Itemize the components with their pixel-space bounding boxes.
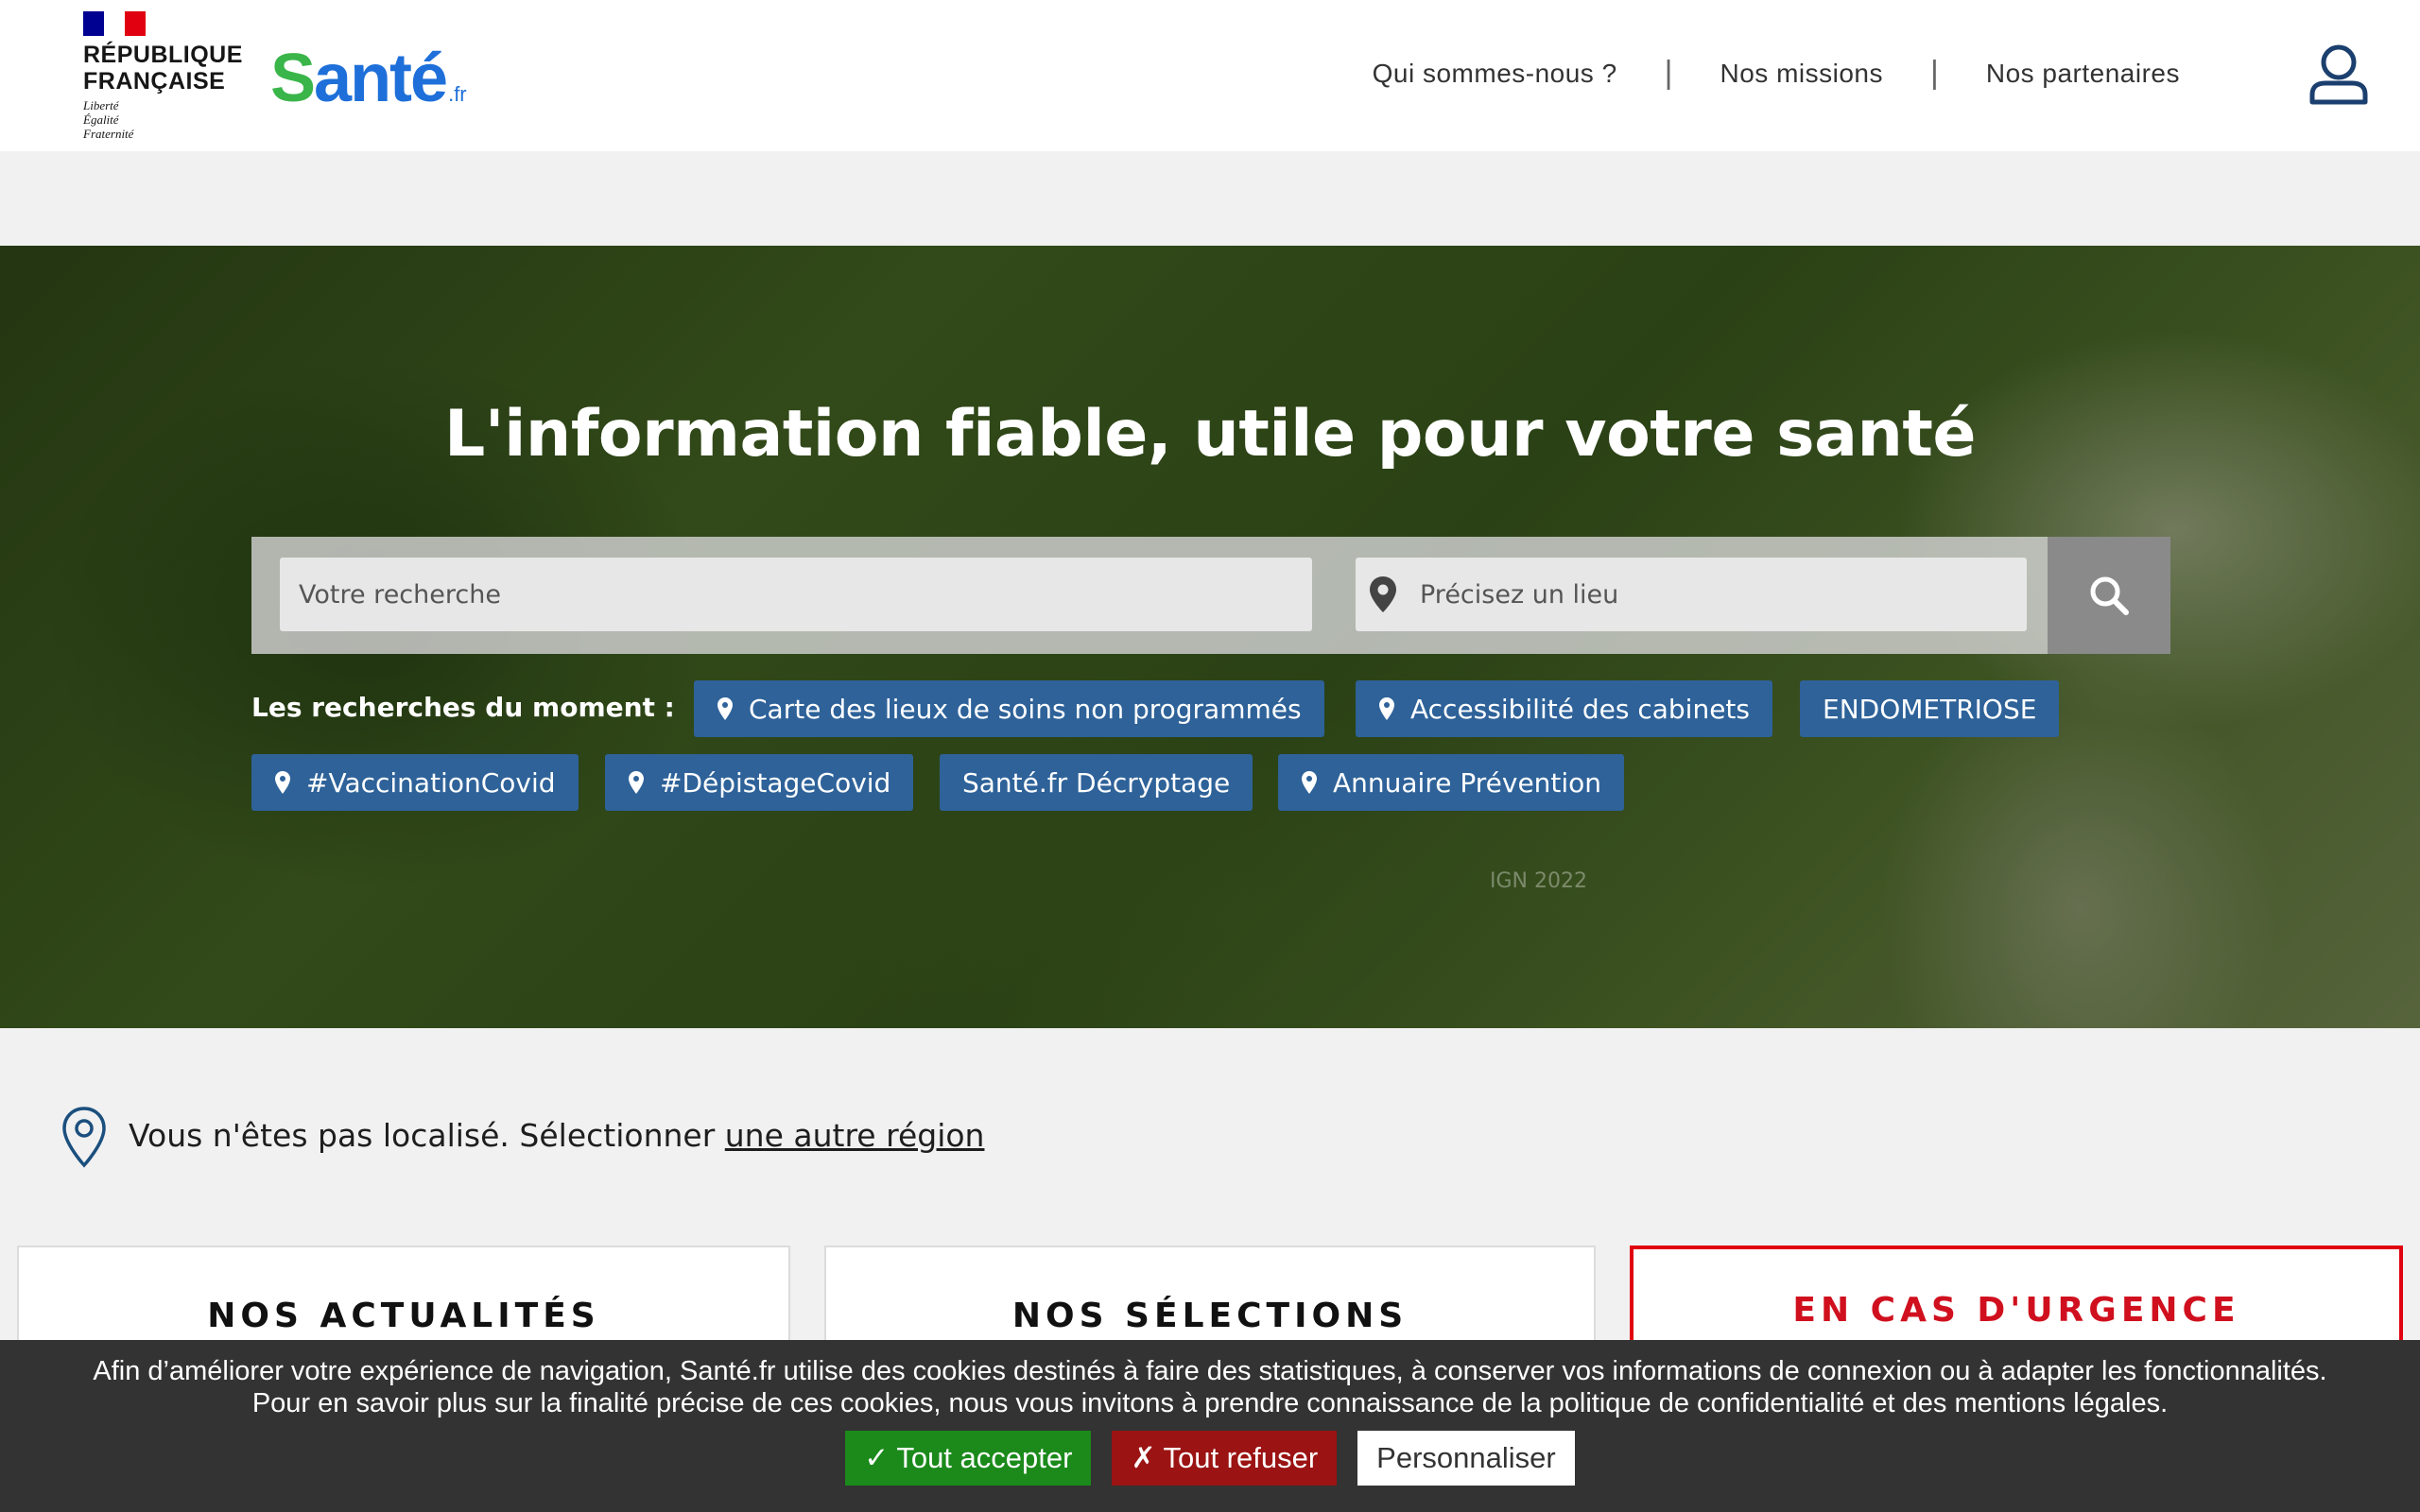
tag-accessibilite-cabinets[interactable]: Accessibilité des cabinets: [1356, 680, 1772, 737]
map-pin-icon: [275, 771, 290, 794]
location-message: Vous n'êtes pas localisé. Sélectionner u…: [129, 1117, 984, 1154]
search-bar: [251, 537, 2170, 654]
republique-francaise-logo[interactable]: RÉPUBLIQUE FRANÇAISE Liberté Égalité Fra…: [83, 11, 244, 144]
deny-all-button[interactable]: ✗ Tout refuser: [1112, 1431, 1338, 1486]
nav-separator: |: [1930, 55, 1939, 91]
rf-motto: Liberté Égalité Fraternité: [83, 98, 244, 141]
nav-item-nos-partenaires[interactable]: Nos partenaires: [1986, 59, 2180, 89]
image-credit: IGN 2022: [1490, 869, 1587, 893]
map-pin-icon: [1379, 697, 1394, 720]
search-icon: [2090, 576, 2129, 615]
tag-annuaire-prevention[interactable]: Annuaire Prévention: [1278, 754, 1625, 811]
tag-label: #DépistageCovid: [660, 766, 891, 799]
cookie-text-line2: Pour en savoir plus sur la finalité préc…: [251, 1388, 2169, 1418]
rf-motto-2: Égalité: [83, 112, 119, 127]
sante-fr-logo[interactable]: Santé .fr: [270, 40, 467, 116]
search-button[interactable]: [2048, 537, 2170, 654]
rf-name: RÉPUBLIQUE FRANÇAISE: [83, 42, 244, 94]
cookie-text-line1: Afin d’améliorer votre expérience de nav…: [93, 1356, 2327, 1386]
marianne-flag-icon: [83, 11, 146, 36]
hero-banner: L'information fiable, utile pour votre s…: [0, 246, 2420, 1028]
map-pin-icon: [717, 697, 733, 720]
trending-searches-label: Les recherches du moment :: [251, 692, 675, 723]
map-pin-icon: [1370, 576, 1396, 612]
cookie-banner: Afin d’améliorer votre expérience de nav…: [0, 1340, 2420, 1512]
main-nav: Qui sommes-nous ? | Nos missions | Nos p…: [1373, 55, 2180, 92]
nav-item-nos-missions[interactable]: Nos missions: [1720, 59, 1883, 89]
tag-depistage-covid[interactable]: #DépistageCovid: [605, 754, 914, 811]
tag-label: ENDOMETRIOSE: [1823, 693, 2037, 725]
tag-sante-fr-decryptage[interactable]: Santé.fr Décryptage: [940, 754, 1253, 811]
customize-button[interactable]: Personnaliser: [1357, 1431, 1575, 1486]
hero-title: L'information fiable, utile pour votre s…: [443, 397, 1977, 472]
nav-item-qui-sommes-nous[interactable]: Qui sommes-nous ?: [1373, 59, 1617, 89]
tag-carte-lieux-soins[interactable]: Carte des lieux de soins non programmés: [694, 680, 1324, 737]
tag-label: Santé.fr Décryptage: [962, 766, 1231, 799]
location-status: Vous n'êtes pas localisé. Sélectionner: [129, 1117, 725, 1154]
logo-suffix: .fr: [448, 82, 467, 106]
tag-label: Accessibilité des cabinets: [1410, 693, 1750, 725]
logo-ante: anté: [314, 41, 448, 116]
search-input[interactable]: [280, 558, 1312, 631]
tag-label: Carte des lieux de soins non programmés: [749, 693, 1302, 725]
tag-vaccination-covid[interactable]: #VaccinationCovid: [251, 754, 579, 811]
rf-motto-3: Fraternité: [83, 127, 134, 141]
map-pin-icon: [629, 771, 644, 794]
logo-s: S: [270, 41, 316, 116]
nav-separator: |: [1664, 55, 1673, 91]
card-title: NOS SÉLECTIONS: [1011, 1297, 1409, 1335]
tag-label: Annuaire Prévention: [1333, 766, 1602, 799]
cookie-actions: ✓ Tout accepter ✗ Tout refuser Personnal…: [0, 1431, 2420, 1486]
place-field[interactable]: [1356, 558, 2027, 631]
card-title: NOS ACTUALITÉS: [207, 1297, 600, 1335]
cookie-text: Afin d’améliorer votre expérience de nav…: [0, 1355, 2420, 1419]
place-input[interactable]: [1403, 558, 2017, 631]
rf-motto-1: Liberté: [83, 98, 119, 112]
map-pin-icon: [1302, 771, 1317, 794]
card-title: EN CAS D'URGENCE: [1792, 1291, 2240, 1330]
location-pin-icon: [62, 1107, 106, 1168]
site-header: RÉPUBLIQUE FRANÇAISE Liberté Égalité Fra…: [0, 0, 2420, 151]
rf-name-line2: FRANÇAISE: [83, 68, 226, 94]
accept-all-button[interactable]: ✓ Tout accepter: [845, 1431, 1092, 1486]
rf-name-line1: RÉPUBLIQUE: [83, 42, 243, 68]
tag-label: #VaccinationCovid: [306, 766, 556, 799]
tag-endometriose[interactable]: ENDOMETRIOSE: [1800, 680, 2060, 737]
user-account-icon[interactable]: [2308, 43, 2369, 106]
change-region-link[interactable]: une autre région: [725, 1117, 985, 1154]
